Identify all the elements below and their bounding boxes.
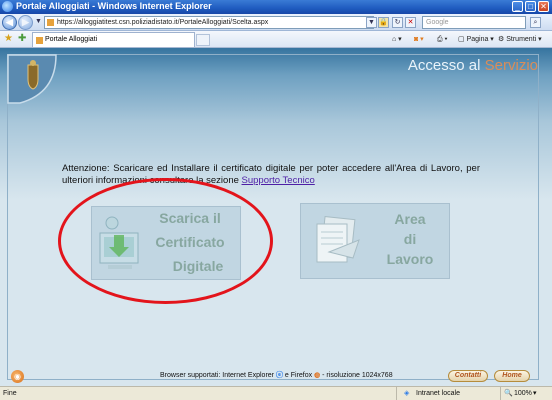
- forward-button[interactable]: ▶: [18, 15, 33, 30]
- tile-work-line1: Area: [394, 211, 426, 227]
- history-dropdown-icon[interactable]: ▼: [35, 18, 42, 25]
- address-dropdown-icon[interactable]: ▼: [366, 17, 377, 28]
- page-menu[interactable]: ▢ Pagina ▾: [458, 34, 494, 45]
- home-icon[interactable]: ⌂ ▾: [392, 34, 402, 45]
- title-word-accesso: Accesso: [407, 57, 465, 74]
- tile-work-line2: di: [403, 231, 417, 247]
- firefox-logo-icon: ◍: [314, 372, 321, 379]
- zone-text: Intranet locale: [416, 390, 460, 397]
- tab-label: Portale Alloggiati: [45, 36, 98, 43]
- intranet-icon: ◈: [404, 390, 410, 397]
- browsers-text: Browser supportati: Internet Explorer: [160, 372, 274, 379]
- status-divider-2: [500, 387, 501, 400]
- internet-explorer-icon: [2, 1, 13, 12]
- window-title: Portale Alloggiati - Windows Internet Ex…: [16, 1, 212, 11]
- support-link[interactable]: Supporto Tecnico: [242, 175, 315, 186]
- new-tab-button[interactable]: [196, 34, 210, 46]
- documents-icon: [316, 215, 360, 263]
- stop-icon[interactable]: ✕: [405, 17, 416, 28]
- zoom-level[interactable]: 100%: [514, 387, 532, 400]
- close-button[interactable]: ✕: [538, 1, 549, 12]
- title-bar: Portale Alloggiati - Windows Internet Ex…: [0, 0, 552, 14]
- polizia-logo: [7, 54, 57, 104]
- minimize-button[interactable]: _: [512, 1, 523, 12]
- tab-command-bar: ★ ✚ Portale Alloggiati ⌂ ▾ ◙ ▾ ⎙ ▾ ▢ Pag…: [0, 31, 552, 48]
- zoom-dropdown-icon[interactable]: ▾: [533, 387, 537, 400]
- work-area-button[interactable]: Area di Lavoro: [300, 203, 450, 279]
- favicon-icon: [47, 19, 54, 26]
- red-highlight-circle: [58, 178, 273, 304]
- feeds-icon[interactable]: ◙ ▾: [414, 34, 424, 45]
- tile-work-line3: Lavoro: [386, 251, 434, 267]
- zoom-icon[interactable]: 🔍: [504, 387, 513, 400]
- browser-support-note: Browser supportati: Internet Explorer ⓔ …: [160, 370, 393, 380]
- rss-icon[interactable]: ◉: [11, 370, 24, 383]
- resolution-text: - risoluzione 1024x768: [322, 372, 393, 379]
- firefox-text: e Firefox: [284, 372, 313, 379]
- page-content: Accesso al Servizio Attenzione: Scaricar…: [0, 48, 552, 386]
- favorites-star-icon[interactable]: ★: [4, 33, 13, 44]
- search-input[interactable]: Google: [422, 16, 526, 29]
- status-text: Fine: [3, 390, 17, 397]
- home-button[interactable]: Home: [494, 370, 530, 382]
- address-input[interactable]: https://alloggiatitest.csn.poliziadistat…: [44, 16, 374, 29]
- title-word-servizio: Servizio: [484, 57, 538, 74]
- tools-menu-label: Strumenti: [506, 36, 537, 43]
- tab-portale-alloggiati[interactable]: Portale Alloggiati: [32, 32, 195, 47]
- add-favorite-icon[interactable]: ✚: [18, 33, 26, 44]
- address-url: https://alloggiatitest.csn.poliziadistat…: [57, 19, 269, 26]
- page-title: Accesso al Servizio: [408, 57, 538, 74]
- tab-favicon-icon: [36, 37, 43, 44]
- search-icon[interactable]: ⌕: [530, 17, 541, 28]
- page-menu-label: Pagina: [466, 36, 489, 43]
- back-button[interactable]: ◀: [2, 15, 17, 30]
- tools-menu[interactable]: ⚙ Strumenti ▾: [498, 34, 542, 45]
- maximize-button[interactable]: □: [525, 1, 536, 12]
- refresh-icon[interactable]: ↻: [392, 17, 403, 28]
- ie-logo-icon: ⓔ: [275, 372, 283, 379]
- contatti-button[interactable]: Contatti: [448, 370, 488, 382]
- search-placeholder: Google: [426, 19, 449, 26]
- lock-icon[interactable]: 🔒: [378, 17, 389, 28]
- title-word-al: al: [468, 57, 481, 74]
- status-divider: [396, 387, 397, 400]
- address-toolbar: ◀ ▶ ▼ https://alloggiatitest.csn.polizia…: [0, 14, 552, 31]
- status-bar: Fine ◈ Intranet locale 🔍 100% ▾: [0, 386, 552, 400]
- print-icon[interactable]: ⎙ ▾: [437, 34, 448, 45]
